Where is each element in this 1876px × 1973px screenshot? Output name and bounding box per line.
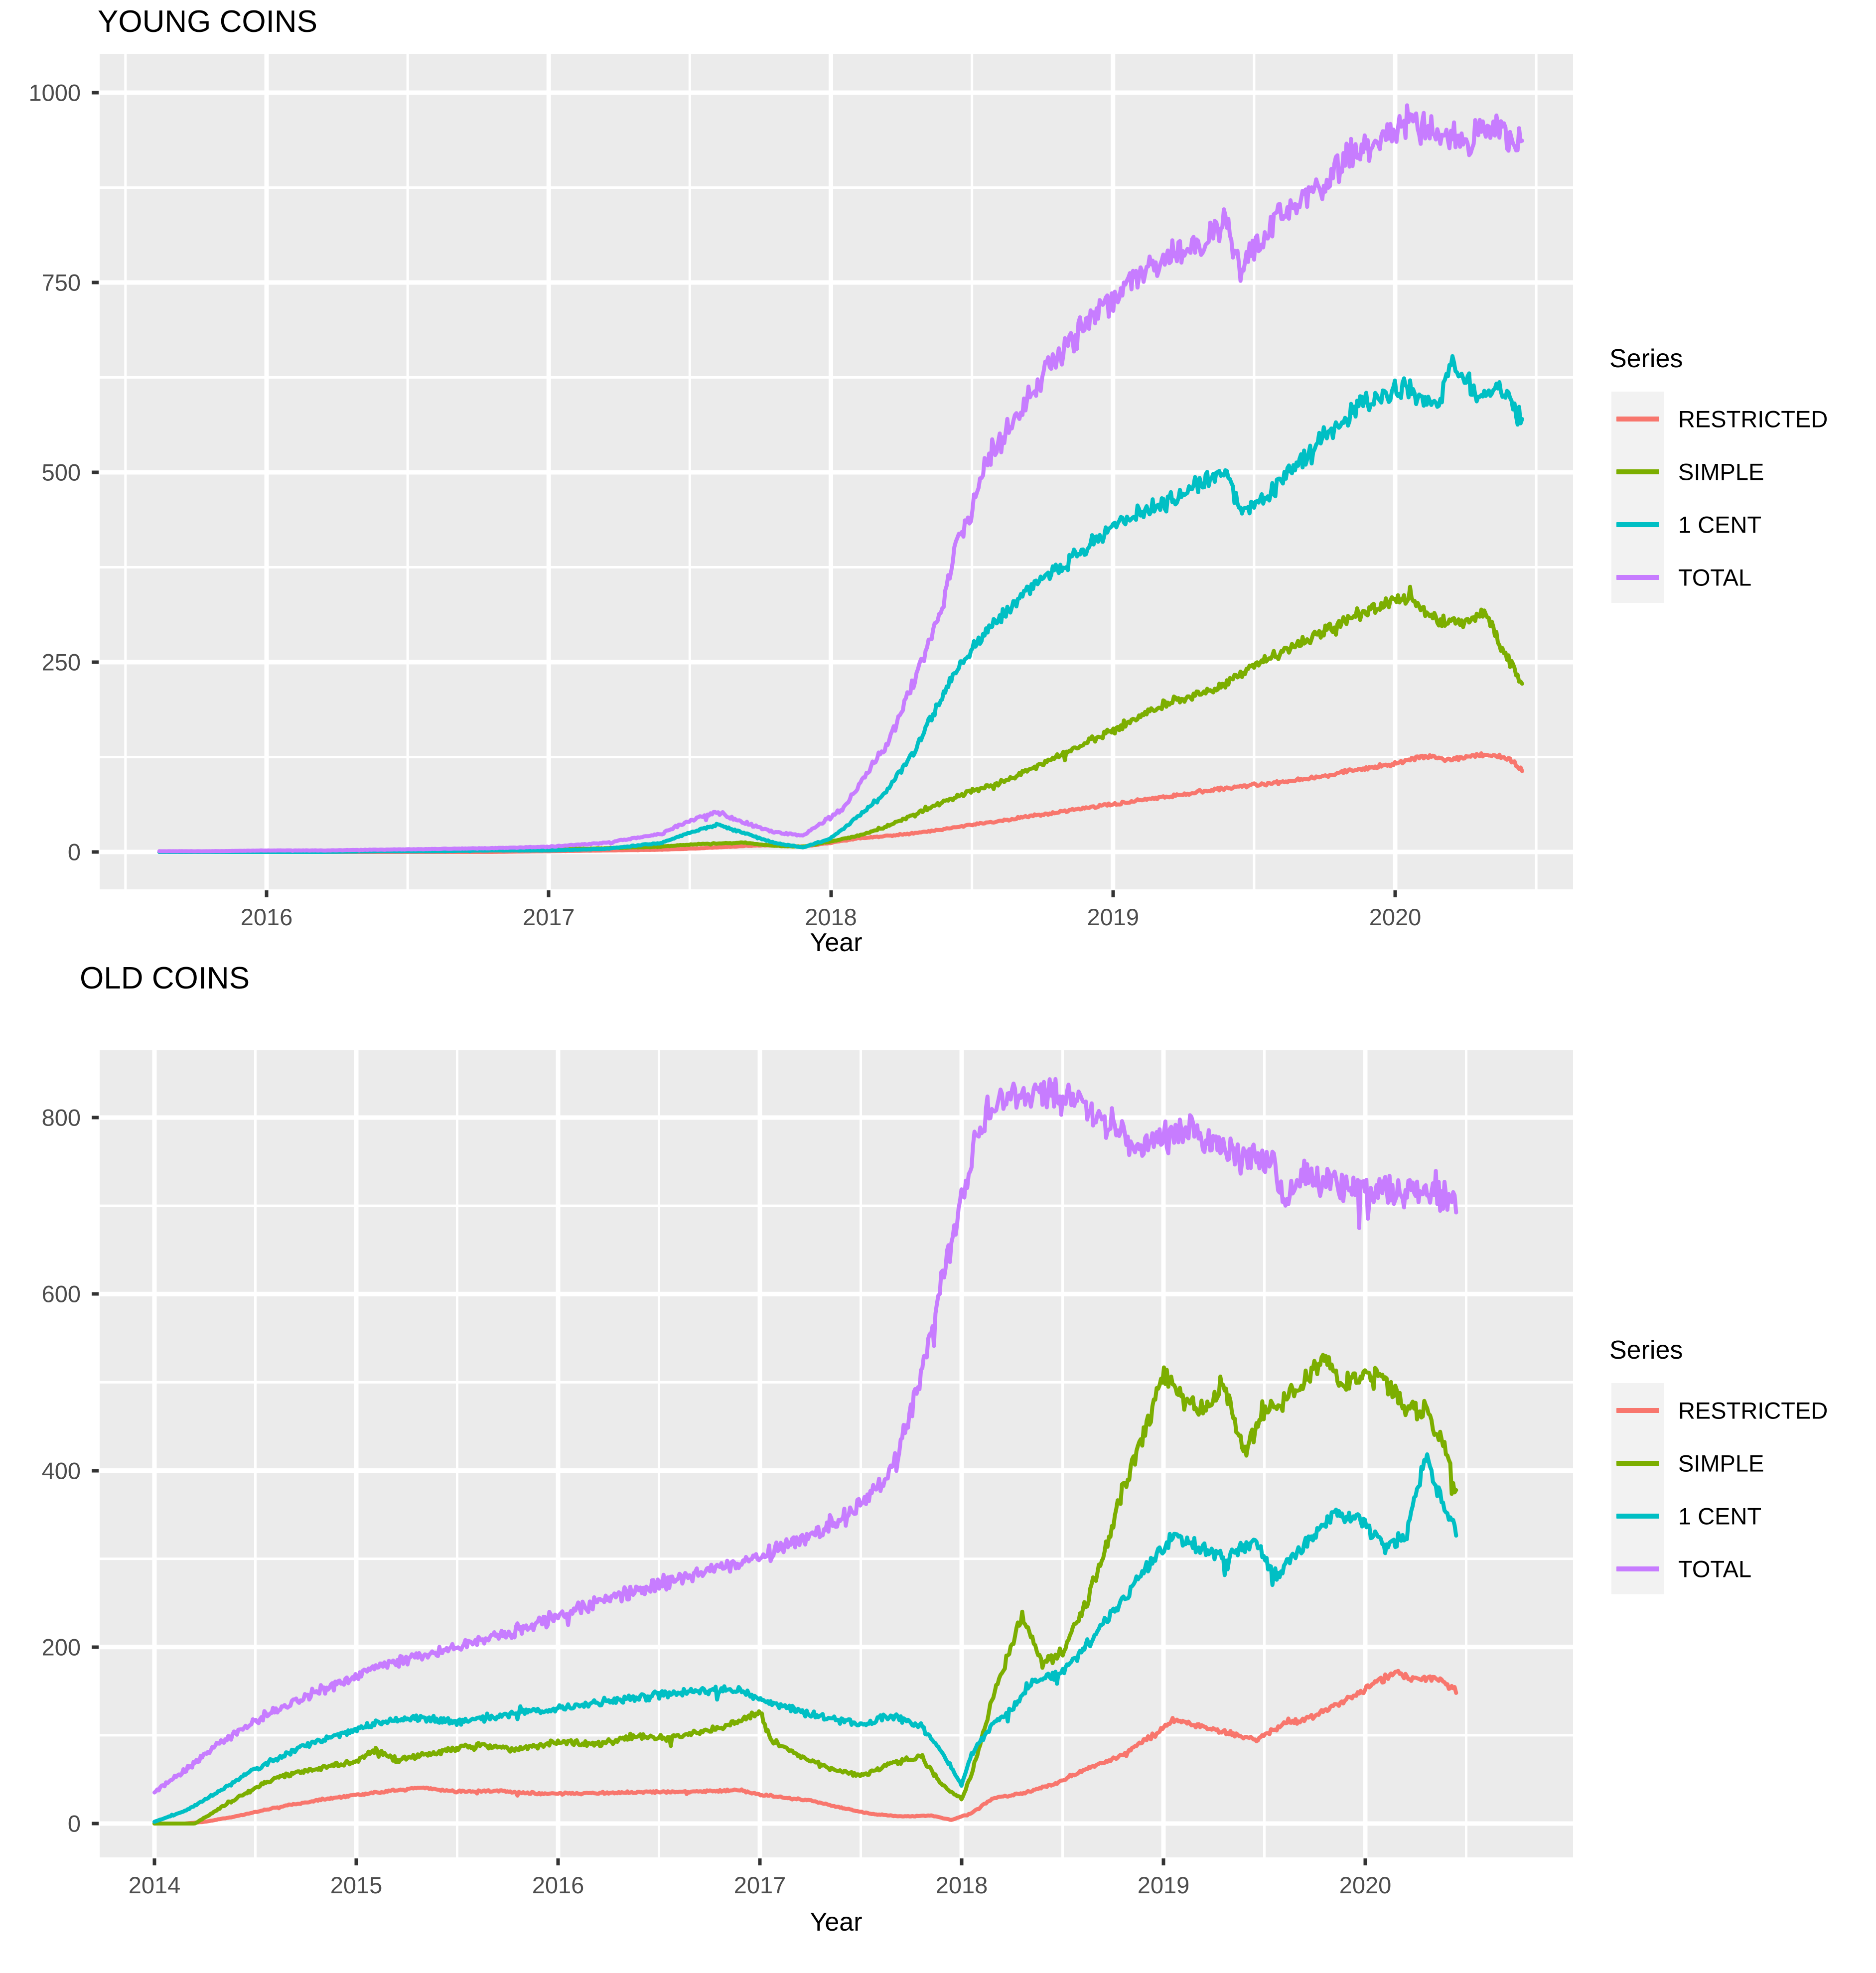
x-tick-mark	[1111, 890, 1115, 897]
series-line-simple	[152, 1353, 1458, 1826]
series-line-restricted	[152, 1669, 1458, 1826]
x-axis-title-old: Year	[810, 1908, 863, 1937]
chart-page: YOUNG COINS 0 250 500 750 1000 2016 2017 2018 2…	[0, 0, 1876, 1973]
legend-label: 1 CENT	[1678, 511, 1762, 538]
legend-key-total[interactable]	[1611, 1542, 1664, 1594]
legend-label: 1 CENT	[1678, 1503, 1762, 1530]
y-tick-mark	[92, 1292, 99, 1296]
plot-canvas	[100, 54, 1573, 889]
series-line-restricted	[157, 751, 1524, 854]
facet-old-coins: OLD COINS 0 200 400 600 800 2014 2015 2016 2017…	[0, 947, 1876, 1973]
x-tick-label: 2015	[330, 1872, 383, 1898]
y-tick-mark	[92, 91, 99, 95]
y-tick-label: 200	[41, 1634, 81, 1661]
legend-swatch-icon	[1616, 417, 1659, 422]
legend-key-1-cent[interactable]	[1611, 497, 1664, 550]
plot-panel-young	[100, 54, 1573, 889]
legend-label: SIMPLE	[1678, 1450, 1764, 1477]
x-tick-label: 2020	[1339, 1872, 1392, 1898]
legend-swatch-icon	[1616, 575, 1659, 580]
legend-key-restricted[interactable]	[1611, 392, 1664, 444]
facet-young-coins: YOUNG COINS 0 250 500 750 1000 2016 2017 2018 2…	[0, 0, 1876, 957]
x-tick-label: 2017	[522, 904, 575, 930]
plot-panel-old	[100, 1050, 1573, 1857]
y-tick-mark	[92, 1116, 99, 1120]
y-tick-label: 250	[41, 649, 81, 676]
y-tick-label: 0	[67, 839, 81, 865]
legend-swatch-icon	[1616, 522, 1659, 527]
x-tick-mark	[1363, 1858, 1367, 1865]
legend-label: RESTRICTED	[1678, 406, 1828, 432]
y-tick-label: 0	[67, 1810, 81, 1837]
legend-title-old: Series	[1609, 1336, 1683, 1365]
x-tick-mark	[556, 1858, 560, 1865]
y-tick-mark	[92, 850, 99, 854]
y-tick-mark	[92, 1645, 99, 1649]
x-tick-label: 2020	[1369, 904, 1422, 930]
x-tick-label: 2018	[935, 1872, 988, 1898]
y-tick-label: 800	[41, 1104, 81, 1131]
y-tick-mark	[92, 281, 99, 284]
x-tick-mark	[829, 890, 833, 897]
y-tick-mark	[92, 1469, 99, 1472]
y-tick-label: 1000	[28, 79, 81, 106]
legend-swatch-icon	[1616, 1566, 1659, 1571]
plot-canvas	[100, 1050, 1573, 1857]
legend-swatch-icon	[1616, 1461, 1659, 1466]
x-tick-label: 2019	[1137, 1872, 1190, 1898]
legend-keys-old	[1611, 1383, 1664, 1594]
y-tick-mark	[92, 660, 99, 664]
legend-label: TOTAL	[1678, 1555, 1752, 1582]
series-line-1-cent	[152, 1452, 1458, 1824]
x-tick-label: 2019	[1087, 904, 1140, 930]
legend-keys-young	[1611, 392, 1664, 603]
y-tick-mark	[92, 1822, 99, 1826]
legend-key-simple[interactable]	[1611, 444, 1664, 497]
legend-key-total[interactable]	[1611, 550, 1664, 603]
x-tick-mark	[1393, 890, 1397, 897]
legend-key-1-cent[interactable]	[1611, 1489, 1664, 1542]
x-tick-mark	[960, 1858, 964, 1865]
facet-title-old: OLD COINS	[80, 961, 250, 995]
legend-swatch-icon	[1616, 1514, 1659, 1519]
x-tick-mark	[152, 1858, 156, 1865]
legend-label: SIMPLE	[1678, 458, 1764, 485]
facet-title-young: YOUNG COINS	[98, 4, 317, 39]
legend-key-restricted[interactable]	[1611, 1383, 1664, 1436]
x-tick-label: 2017	[733, 1872, 786, 1898]
x-tick-mark	[354, 1858, 358, 1865]
series-line-total	[157, 103, 1524, 853]
legend-key-simple[interactable]	[1611, 1436, 1664, 1489]
x-tick-label: 2018	[805, 904, 857, 930]
y-tick-label: 400	[41, 1457, 81, 1484]
x-tick-mark	[758, 1858, 762, 1865]
x-tick-label: 2016	[532, 1872, 584, 1898]
legend-title-young: Series	[1609, 344, 1683, 373]
legend-label: TOTAL	[1678, 564, 1752, 591]
series-line-total	[152, 1077, 1458, 1795]
x-tick-mark	[265, 890, 269, 897]
y-tick-label: 750	[41, 269, 81, 296]
x-tick-mark	[1161, 1858, 1165, 1865]
y-tick-label: 500	[41, 459, 81, 486]
x-tick-mark	[547, 890, 551, 897]
legend-swatch-icon	[1616, 1408, 1659, 1413]
x-tick-label: 2016	[240, 904, 293, 930]
legend-label: RESTRICTED	[1678, 1397, 1828, 1424]
y-tick-mark	[92, 470, 99, 474]
legend-swatch-icon	[1616, 469, 1659, 474]
x-tick-label: 2014	[128, 1872, 181, 1898]
y-tick-label: 600	[41, 1280, 81, 1307]
